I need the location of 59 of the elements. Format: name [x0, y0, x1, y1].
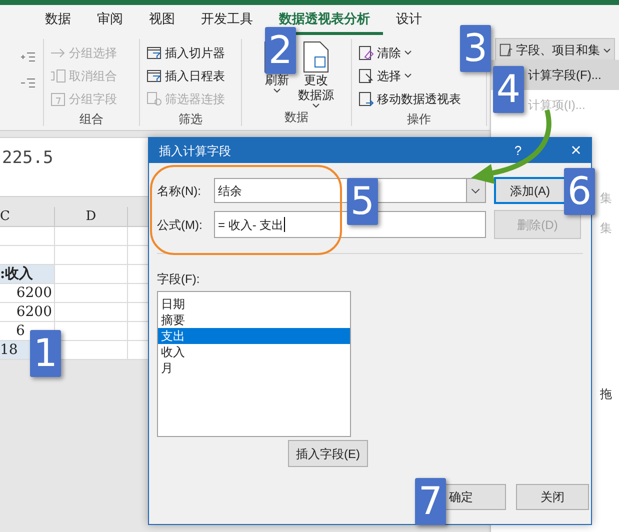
calendar-icon: [50, 90, 66, 106]
step-number-tooltip: 5: [347, 178, 378, 225]
caret-icon: [603, 48, 611, 52]
ribbon-tab[interactable]: 审阅: [84, 5, 136, 35]
ribbon-large-button[interactable]: 更改 数据源: [298, 41, 334, 108]
field-label: 公式(M):: [157, 216, 204, 234]
ribbon-button[interactable]: 清除: [358, 41, 412, 64]
group-label: 数据: [284, 109, 310, 126]
formula-icon: [499, 42, 513, 58]
column-header[interactable]: D: [55, 207, 128, 226]
list-item[interactable]: 月: [158, 360, 350, 376]
step-number-tooltip: 7: [415, 478, 446, 525]
pane-text: 拖: [600, 386, 613, 402]
ribbon-tab[interactable]: 视图: [136, 5, 188, 35]
step-number-tooltip: 4: [493, 66, 524, 113]
list-item[interactable]: 日期: [158, 296, 350, 312]
step-number-tooltip: 3: [460, 25, 491, 72]
move-icon: [358, 90, 374, 106]
bracket-icon: [50, 68, 66, 84]
pane-text: 集: [600, 190, 613, 206]
table-cell: 6200: [0, 303, 55, 321]
table-cell: :收入: [0, 265, 55, 283]
collapse-field-icon[interactable]: [21, 77, 35, 89]
step-number-tooltip: 6: [564, 168, 595, 215]
eraser-icon: [358, 44, 374, 60]
fields-items-sets-button[interactable]: 字段、项目和集: [495, 38, 615, 62]
cursor-icon: [358, 68, 374, 84]
fields-label: 字段(F):: [157, 271, 201, 288]
pane-text: 集: [600, 220, 613, 236]
list-item[interactable]: 摘要: [158, 312, 350, 328]
ribbon-tab[interactable]: 开发工具: [188, 5, 266, 35]
close-button[interactable]: ×: [561, 137, 591, 164]
step-number-tooltip: 2: [265, 27, 296, 74]
group-label: 筛选: [178, 111, 204, 128]
ribbon-button[interactable]: 选择: [358, 64, 412, 87]
step-number-tooltip: 1: [30, 330, 61, 377]
link-icon: [146, 90, 162, 106]
column-header[interactable]: C: [0, 207, 55, 226]
list-item[interactable]: 支出: [158, 328, 350, 344]
ribbon-button[interactable]: 插入切片器: [146, 41, 225, 64]
ribbon-tab[interactable]: 设计: [383, 5, 435, 35]
table-cell: 6200: [0, 284, 55, 302]
group-label: 组合: [78, 111, 104, 128]
ribbon-tab[interactable]: 数据: [32, 5, 84, 35]
filter-icon: [146, 68, 162, 84]
help-button[interactable]: ?: [503, 140, 533, 160]
ribbon-button[interactable]: 插入日程表: [146, 64, 225, 87]
add-button[interactable]: 添加(A): [494, 177, 566, 204]
document-icon: [303, 41, 329, 73]
field-label: 名称(N):: [157, 182, 202, 200]
dialog-title: 插入计算字段: [159, 142, 232, 160]
group-label: 操作: [406, 111, 432, 128]
expand-field-icon[interactable]: [21, 51, 35, 63]
filter-icon: [146, 44, 162, 60]
ribbon-button[interactable]: 移动数据透视表: [358, 87, 461, 110]
list-item[interactable]: 收入: [158, 344, 350, 360]
cancel-button[interactable]: 关闭: [516, 484, 589, 510]
insert-field-button[interactable]: 插入字段(E): [288, 440, 368, 467]
formula-bar-value: 225.5: [2, 148, 54, 168]
